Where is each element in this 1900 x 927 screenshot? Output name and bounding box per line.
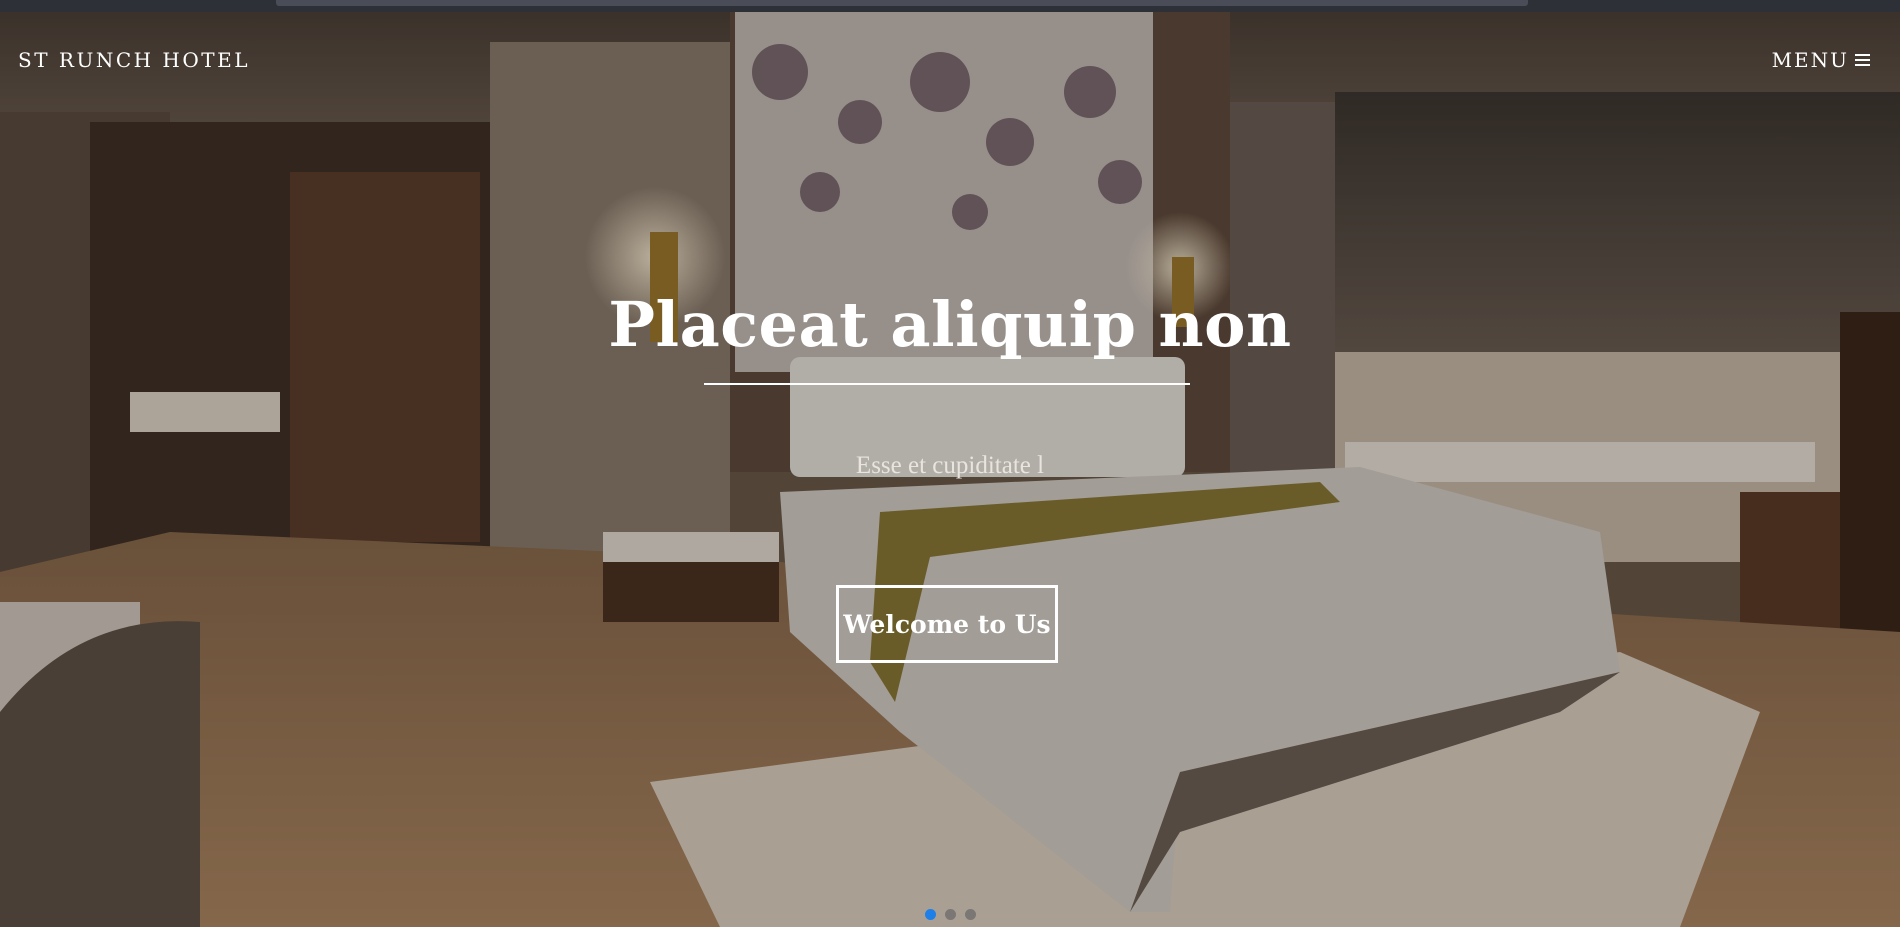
carousel-dot-3[interactable] — [964, 909, 976, 920]
menu-button[interactable]: MENU — [1772, 48, 1870, 72]
title-divider — [704, 383, 1190, 385]
hero-subtitle: Esse et cupiditate l — [855, 452, 1045, 479]
menu-label: MENU — [1771, 48, 1849, 72]
carousel-dot-1[interactable] — [924, 909, 936, 920]
welcome-button[interactable]: Welcome to Us — [836, 585, 1058, 663]
browser-top-strip — [0, 0, 1900, 12]
carousel-indicators — [0, 909, 1900, 920]
hero-section: ST RUNCH HOTEL MENU Placeat aliquip non … — [0, 12, 1900, 927]
hamburger-icon — [1855, 54, 1870, 66]
carousel-dot-2[interactable] — [944, 909, 956, 920]
horizontal-scrollbar[interactable] — [276, 0, 1528, 6]
hero-title: Placeat aliquip non — [608, 288, 1292, 361]
brand-logo-text[interactable]: ST RUNCH HOTEL — [18, 48, 250, 72]
